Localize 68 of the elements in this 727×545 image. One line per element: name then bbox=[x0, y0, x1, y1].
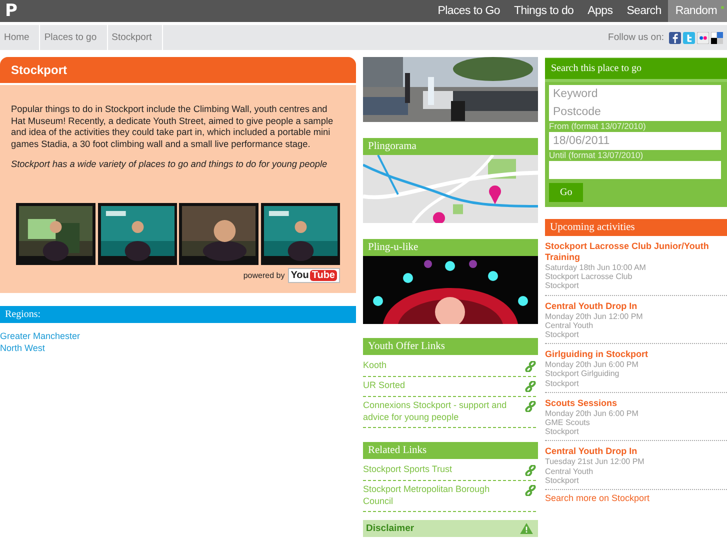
activity-time: Tuesday 21st Jun 12:00 PM bbox=[545, 457, 646, 467]
breadcrumb-link[interactable]: Places to go bbox=[40, 25, 108, 50]
link-icon bbox=[525, 485, 536, 496]
upcoming-activities-heading: Upcoming activities bbox=[545, 219, 727, 236]
place-description: Popular things to do in Stockport include the Climbing Wall, youth centres and Hat Museum! Recently, a dedicate Youth Street, aimed to give people a sample and idea of the activities they could take part in, which included a portable mini games Stadia, a 30 foot climbing wall and a small live performance stage. bbox=[11, 104, 334, 150]
until-label: Until (format 13/07/2010) bbox=[549, 150, 644, 161]
disclaimer-title: Disclaimer bbox=[366, 523, 414, 534]
powered-by-label: powered by bbox=[243, 271, 285, 280]
regions-heading: Regions: bbox=[0, 306, 356, 323]
nav-link[interactable]: Random bbox=[668, 0, 727, 22]
go-button[interactable]: Go bbox=[549, 183, 584, 202]
breadcrumb-link[interactable]: Home bbox=[0, 25, 40, 50]
activity-town: Stockport bbox=[545, 476, 580, 486]
from-label: From (format 13/07/2010) bbox=[549, 121, 647, 132]
activity-venue: GME Scouts bbox=[545, 418, 591, 428]
activity-venue: Central Youth bbox=[545, 466, 594, 476]
activity-link[interactable]: Central Youth Drop In bbox=[545, 446, 727, 458]
keyword-field[interactable]: Keyword bbox=[549, 85, 721, 103]
activity-venue: Central Youth bbox=[545, 320, 594, 330]
related-links-heading: Related Links bbox=[363, 442, 538, 461]
place-tagline: Stockport has a wide variety of places to go and things to do for young people bbox=[11, 159, 328, 169]
nav-link[interactable]: Apps bbox=[580, 0, 620, 22]
activity-link[interactable]: Scouts Sessions bbox=[545, 398, 727, 409]
follow-label: Follow us on: bbox=[608, 32, 664, 43]
logo[interactable]: P bbox=[0, 1, 18, 21]
warning-icon bbox=[520, 523, 533, 534]
activity-link[interactable]: Girlguiding in Stockport bbox=[545, 349, 727, 360]
disclaimer-bar[interactable]: Disclaimer bbox=[363, 520, 538, 537]
activity-venue: Stockport Lacrosse Club bbox=[545, 272, 634, 282]
nav-link[interactable]: Places to Go bbox=[430, 0, 507, 22]
activity-town: Stockport bbox=[545, 330, 580, 340]
breadcrumb-link[interactable]: Stockport bbox=[108, 25, 163, 50]
activity-venue: Stockport Girlguiding bbox=[545, 369, 620, 379]
postcode-field[interactable]: Postcode bbox=[549, 103, 721, 121]
search-heading: Search this place to go bbox=[545, 58, 727, 82]
youtube-logo[interactable]: You Tube bbox=[288, 268, 340, 283]
activity-time: Monday 20th Jun 6:00 PM bbox=[545, 360, 640, 370]
activity-town: Stockport bbox=[545, 378, 580, 388]
youth-offer-links-heading: Youth Offer Links bbox=[363, 338, 538, 357]
link-icon bbox=[525, 401, 536, 412]
related-link[interactable]: Stockport Metropolitan Borough Council bbox=[363, 484, 513, 507]
activity-town: Stockport bbox=[545, 427, 580, 436]
youth-offer-link[interactable]: Connexions Stockport - support and advice for young people bbox=[363, 400, 513, 423]
nav-link[interactable]: Things to do bbox=[506, 0, 581, 22]
link-icon bbox=[525, 381, 536, 392]
youth-offer-link[interactable]: UR Sorted bbox=[363, 380, 513, 392]
flickr-icon[interactable] bbox=[697, 32, 709, 44]
activity-time: Monday 20th Jun 6:00 PM bbox=[545, 408, 640, 418]
activity-time: Monday 20th Jun 12:00 PM bbox=[545, 312, 644, 321]
activity-link[interactable]: Central Youth Drop In bbox=[545, 300, 727, 312]
region-link[interactable]: Greater Manchester bbox=[0, 331, 356, 342]
related-link[interactable]: Stockport Sports Trust bbox=[363, 464, 513, 476]
activity-time: Saturday 18th Jun 10:00 AM bbox=[545, 263, 647, 272]
plingorama-heading: Plingorama bbox=[363, 138, 538, 155]
activity-link[interactable]: Stockport Lacrosse Club Junior/Youth Training bbox=[545, 241, 727, 263]
facebook-icon[interactable] bbox=[669, 32, 681, 44]
region-link[interactable]: North West bbox=[0, 342, 356, 354]
place-title: Stockport bbox=[0, 57, 356, 85]
link-icon bbox=[525, 465, 536, 476]
nav-link[interactable]: Search bbox=[620, 0, 668, 22]
link-icon bbox=[525, 361, 536, 372]
until-date-field[interactable] bbox=[549, 161, 721, 179]
from-date-field[interactable]: 18/06/2011 bbox=[549, 132, 721, 150]
activity-town: Stockport bbox=[545, 281, 580, 291]
youth-offer-link[interactable]: Kooth bbox=[363, 360, 513, 372]
search-more-link[interactable]: Search more on Stockport bbox=[545, 493, 727, 504]
delicious-icon[interactable] bbox=[711, 32, 723, 44]
pling-u-like-heading: Pling-u-like bbox=[363, 239, 538, 256]
